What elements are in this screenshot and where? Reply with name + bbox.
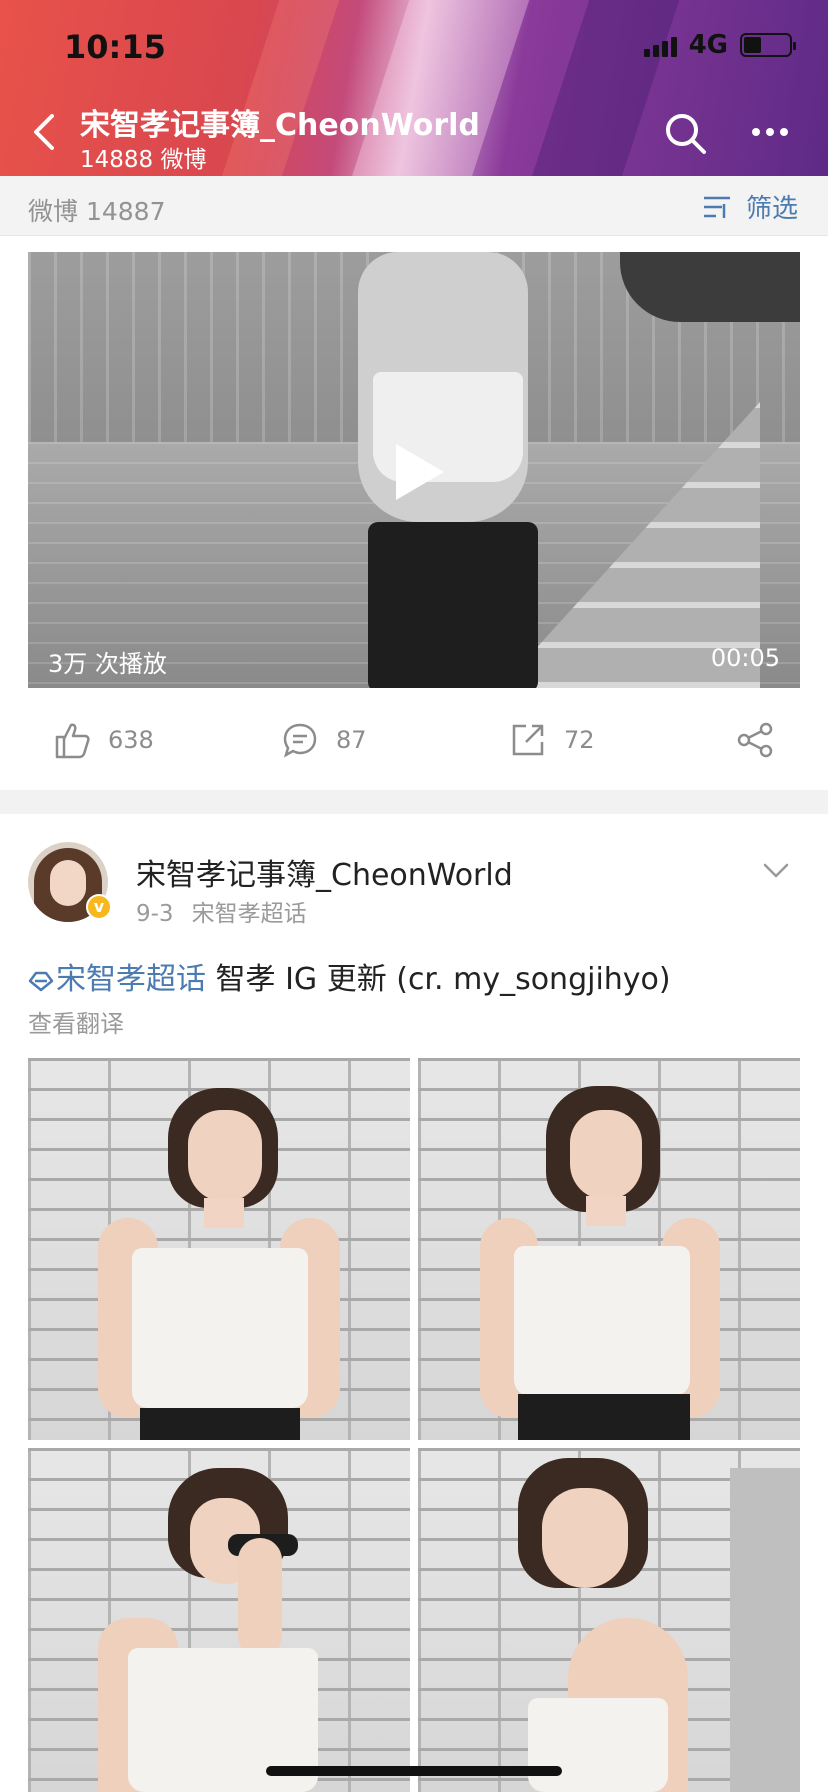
post-body: 智孝 IG 更新 (cr. my_songjihyo)	[206, 962, 671, 997]
post-photo[interactable]	[418, 1058, 800, 1440]
weibo-count: 14888 微博	[80, 147, 207, 173]
status-time: 10:15	[64, 28, 166, 66]
page-title: 宋智孝记事簿_CheonWorld	[80, 108, 480, 143]
post-source[interactable]: 宋智孝超话	[192, 901, 307, 927]
comment-icon	[283, 723, 317, 758]
repost-count: 72	[564, 726, 595, 754]
post-author[interactable]: 宋智孝记事簿_CheonWorld	[136, 850, 513, 894]
network-type: 4G	[688, 30, 728, 60]
like-button[interactable]: 638	[54, 704, 154, 776]
header-decoration	[207, 0, 353, 176]
play-icon[interactable]	[392, 440, 448, 504]
post-count: 微博 14887	[28, 197, 166, 226]
thumbs-up-icon	[55, 723, 90, 759]
filter-button[interactable]: 筛选	[702, 188, 798, 225]
verified-badge-icon: v	[86, 894, 112, 920]
share-button[interactable]	[736, 704, 774, 776]
repost-button[interactable]: 72	[510, 704, 595, 776]
action-bar: 638 87 72	[0, 704, 828, 776]
battery-icon	[740, 33, 796, 57]
video-player[interactable]: 3万 次播放 00:05	[28, 252, 800, 688]
signal-icon	[643, 33, 677, 57]
topic-link[interactable]: 宋智孝超话	[56, 962, 206, 997]
comment-count: 87	[336, 726, 367, 754]
home-indicator[interactable]	[266, 1766, 562, 1776]
share-icon	[737, 722, 773, 758]
profile-header: 10:15 4G 宋智孝记事簿_CheonWorld 14888 微博	[0, 0, 828, 176]
super-topic-icon	[28, 971, 54, 991]
video-duration: 00:05	[710, 644, 780, 672]
video-frame	[368, 522, 538, 688]
post-photo[interactable]	[28, 1058, 410, 1440]
play-count: 3万 次播放	[48, 650, 167, 678]
chevron-down-icon[interactable]	[762, 862, 790, 880]
status-indicators: 4G	[643, 30, 796, 60]
more-icon[interactable]	[750, 124, 790, 140]
post-text: 宋智孝超话 智孝 IG 更新 (cr. my_songjihyo)	[28, 954, 671, 998]
section-divider	[0, 790, 828, 814]
filter-label: 筛选	[745, 194, 798, 224]
repost-icon	[512, 724, 544, 756]
translate-link[interactable]: 查看翻译	[28, 1004, 124, 1039]
filter-icon	[703, 196, 730, 218]
video-frame	[620, 252, 800, 322]
back-arrow-icon[interactable]	[30, 112, 60, 152]
post-date: 9-3	[136, 901, 174, 927]
post-photo[interactable]	[28, 1448, 410, 1792]
like-count: 638	[108, 726, 154, 754]
search-icon[interactable]	[664, 112, 708, 156]
header-decoration	[337, 0, 543, 176]
comment-button[interactable]: 87	[282, 704, 367, 776]
filter-bar: 微博 14887 筛选	[0, 176, 828, 236]
post-meta: 9-3 宋智孝超话	[136, 894, 307, 928]
post-photo[interactable]	[418, 1448, 800, 1792]
